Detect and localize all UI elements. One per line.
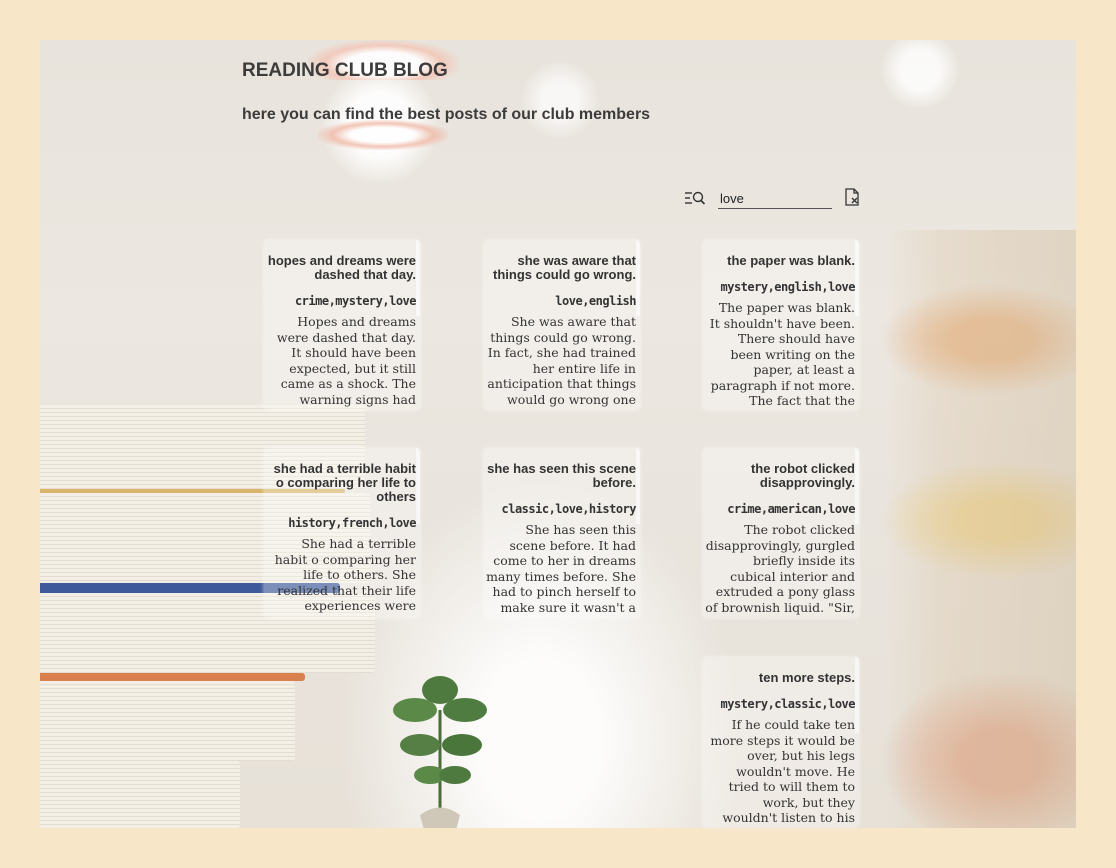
search-input[interactable] — [718, 188, 832, 209]
post-excerpt: The paper was blank. It shouldn't have b… — [709, 300, 855, 410]
post-tags: classic,love,history — [501, 502, 637, 516]
post-card[interactable]: ten more steps. mystery,classic,love If … — [703, 657, 859, 827]
post-card[interactable]: hopes and dreams were dashed that day. c… — [264, 240, 420, 410]
post-title: the paper was blank. — [727, 253, 855, 268]
post-card[interactable]: the robot clicked disapprovingly. crime,… — [703, 448, 859, 618]
background-frame — [40, 40, 1076, 828]
post-excerpt: She had a terrible habit o comparing her… — [274, 536, 416, 613]
post-card[interactable]: she had a terrible habit o comparing her… — [264, 448, 420, 618]
post-title: the robot clicked disapprovingly. — [750, 461, 855, 490]
post-excerpt: If he could take ten more steps it would… — [710, 717, 855, 827]
post-excerpt: Hopes and dreams were dashed that day. I… — [276, 314, 416, 410]
search-bar — [684, 186, 860, 212]
post-title: ten more steps. — [758, 670, 855, 685]
page-title: READING CLUB BLOG — [242, 60, 448, 81]
post-card[interactable]: the paper was blank. mystery,english,lov… — [703, 240, 859, 410]
post-tags: crime,mystery,love — [294, 294, 417, 308]
bookshelf-background — [886, 230, 1076, 828]
post-excerpt: She has seen this scene before. It had c… — [486, 522, 636, 615]
post-title: she was aware that things could go wrong… — [493, 253, 636, 282]
post-excerpt: She was aware that things could go wrong… — [487, 314, 636, 410]
search-icon[interactable] — [684, 190, 706, 206]
post-title: hopes and dreams were dashed that day. — [267, 253, 416, 282]
post-tags: mystery,english,love — [720, 280, 856, 294]
plant-image — [393, 676, 487, 828]
post-title: she had a terrible habit o comparing her… — [273, 461, 416, 504]
ceiling-lamp-lower — [318, 120, 448, 150]
post-card[interactable]: she has seen this scene before. classic,… — [484, 448, 640, 618]
post-tags: history,french,love — [288, 516, 416, 530]
post-excerpt: The robot clicked disapprovingly, gurgle… — [705, 522, 855, 615]
post-tags: crime,american,love — [727, 502, 855, 516]
post-tags: mystery,classic,love — [720, 697, 856, 711]
post-tags: love,english — [555, 294, 636, 308]
clear-icon[interactable] — [844, 188, 860, 206]
page-subtitle: here you can find the best posts of our … — [242, 106, 651, 123]
post-title: she has seen this scene before. — [487, 461, 636, 490]
post-card[interactable]: she was aware that things could go wrong… — [484, 240, 640, 410]
